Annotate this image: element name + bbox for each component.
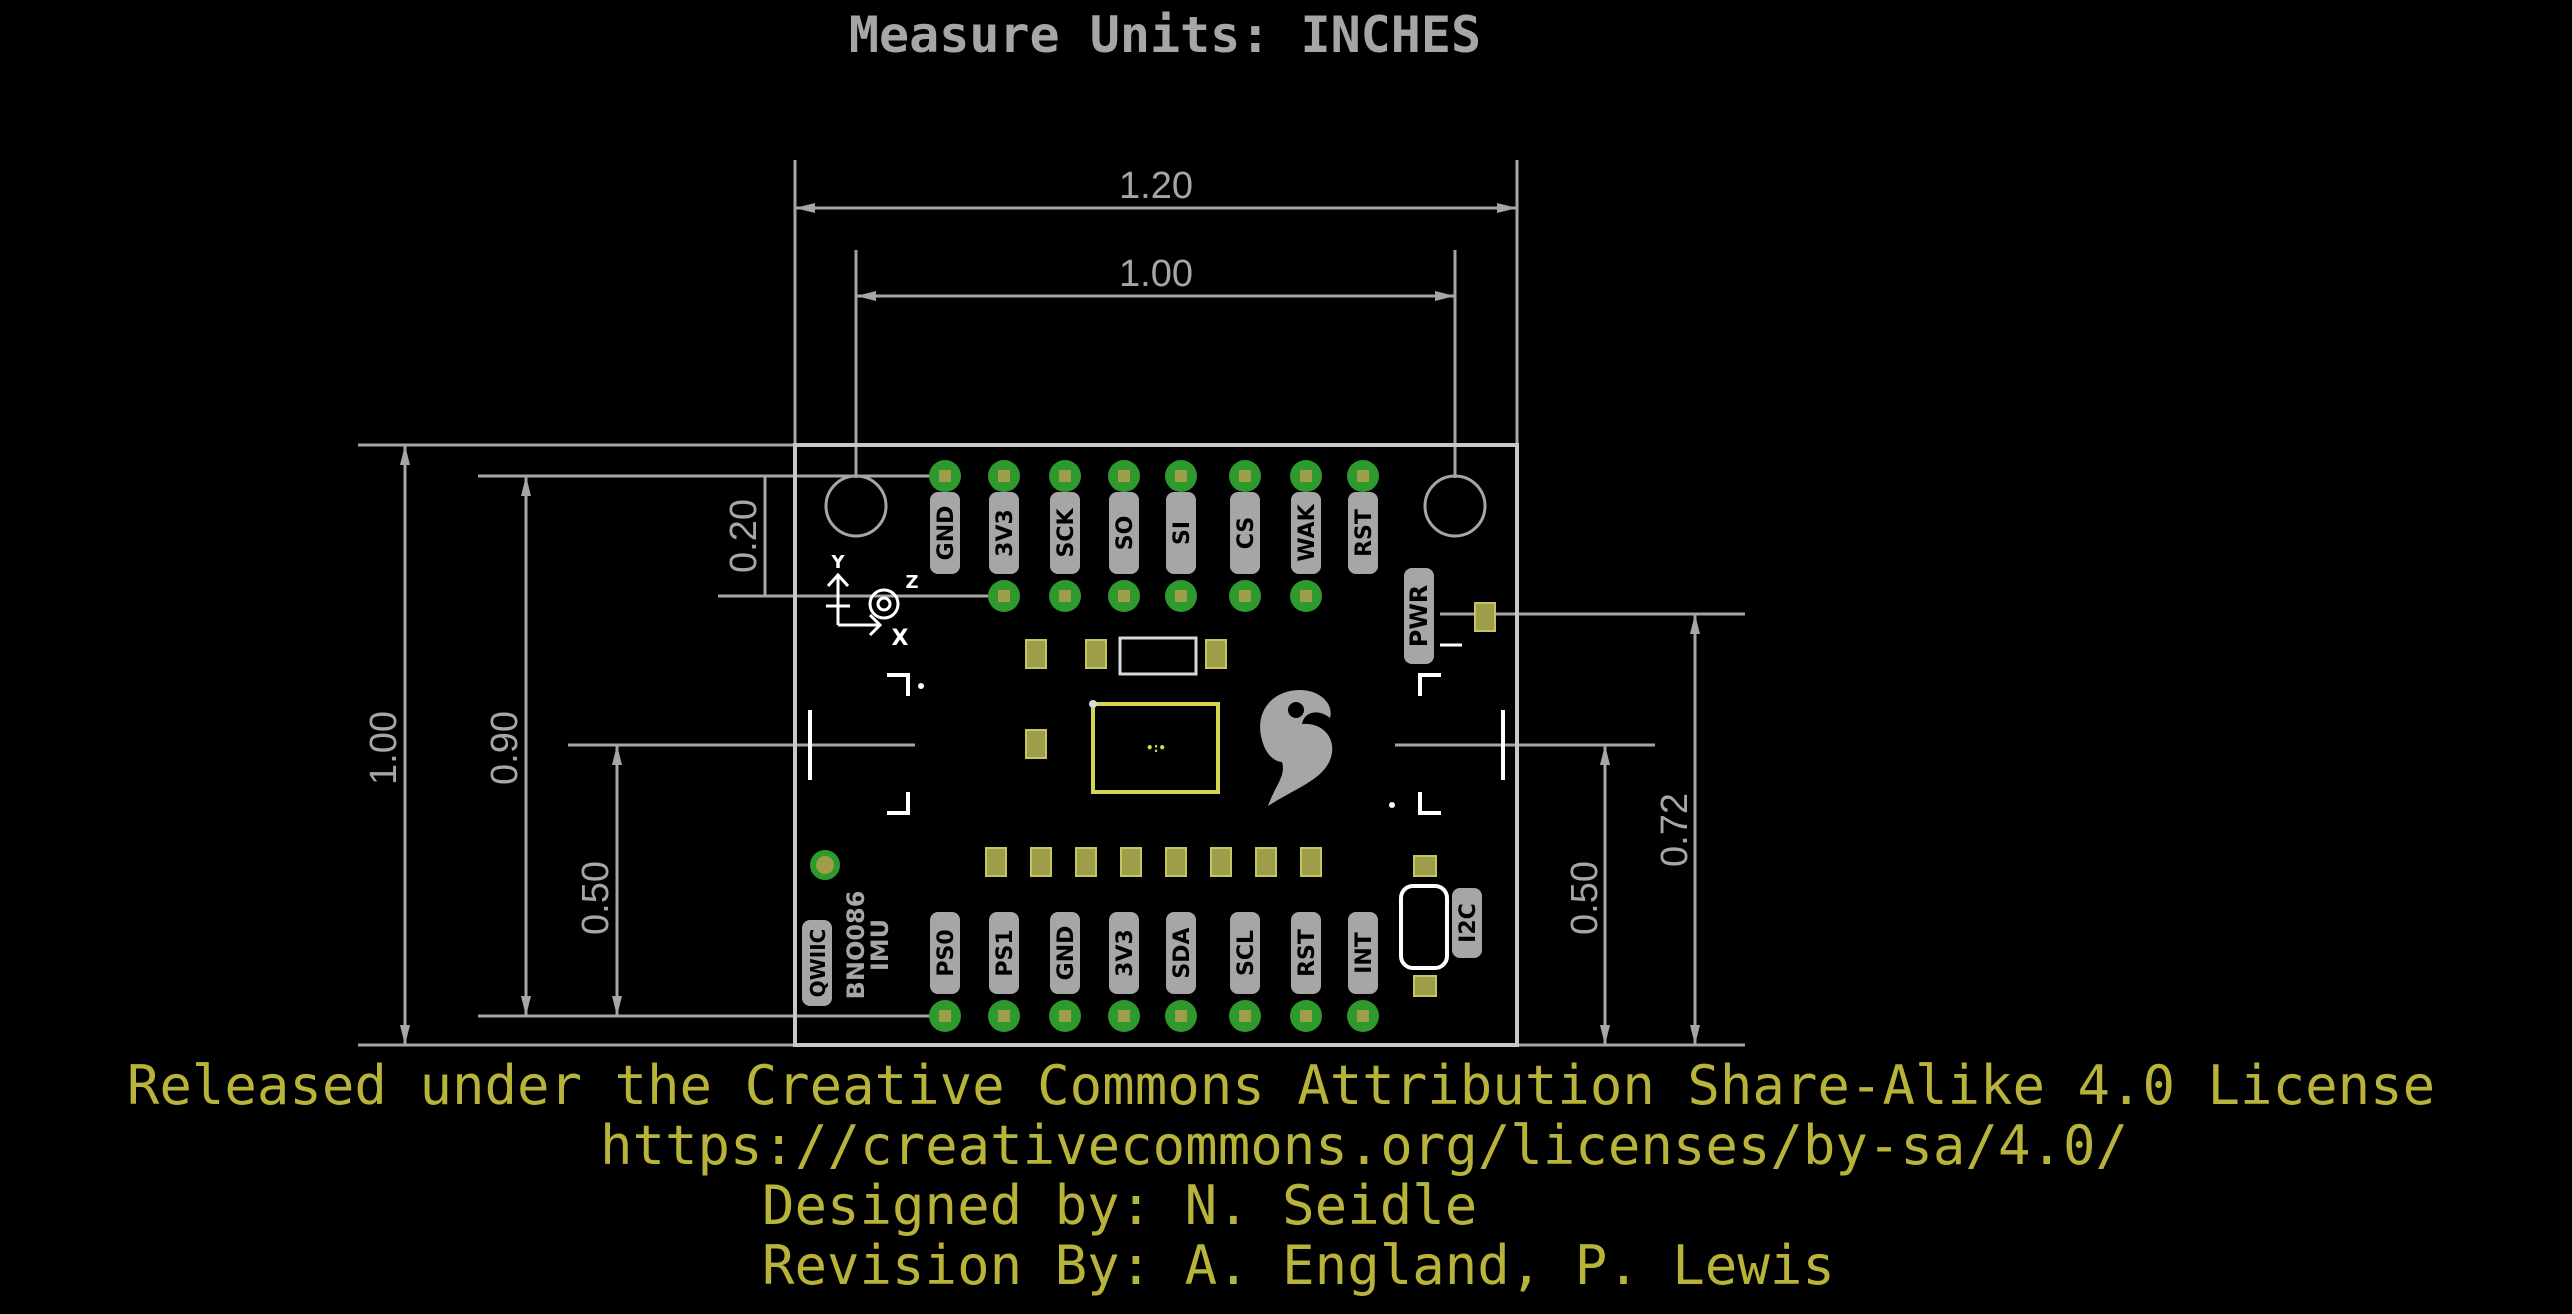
top-pin-label-tab: SCK: [1050, 492, 1080, 574]
bottom-pin-label-tab: GND: [1050, 912, 1080, 994]
bottom-pin-pad: [1347, 1000, 1379, 1032]
dim-label-width-outer: 1.20: [1119, 165, 1193, 207]
top-pin-pad: [988, 460, 1020, 492]
bottom-pin-pad: [1165, 1000, 1197, 1032]
license-url[interactable]: https://creativecommons.org/licenses/by-…: [600, 1114, 2128, 1177]
top-pin-pad-row2: [1229, 580, 1261, 612]
sparkfun-logo-icon: [1260, 690, 1333, 806]
top-pin-label: 3V3: [993, 509, 1018, 557]
top-pin-label: CS: [1234, 517, 1259, 549]
top-pin-label-tab: 3V3: [989, 492, 1019, 574]
fiducial-pad: [810, 850, 840, 880]
bottom-pin-pad: [1229, 1000, 1261, 1032]
i2c-jumper-outline: [1399, 884, 1449, 970]
top-pin-label-tab: RST: [1348, 492, 1378, 574]
bottom-pin-label-tab: SDA: [1166, 912, 1196, 994]
axis-z-label: Z: [905, 572, 918, 593]
bottom-pin-label: PS1: [993, 929, 1018, 976]
pwr-label-tab: PWR: [1404, 568, 1434, 664]
top-pin-pad: [1108, 460, 1140, 492]
axis-x-label: X: [892, 626, 909, 651]
board-drawing: Measure Units: INCHES 1.20 1.00 1.00 0.9…: [127, 6, 2435, 1297]
qwiic-label-tab: QWIIC: [802, 920, 832, 1006]
bottom-pin-label: RST: [1295, 929, 1320, 977]
top-pin-label-tab: GND: [930, 492, 960, 574]
top-pin-label-tab: CS: [1230, 492, 1260, 574]
i2c-label: I2C: [1456, 903, 1481, 943]
dim-label-height-pins: 0.90: [484, 711, 526, 785]
bottom-pin-label-tab: PS1: [989, 912, 1019, 994]
top-pin-pad: [929, 460, 961, 492]
top-pin-label: SO: [1113, 516, 1138, 551]
bottom-pin-label-tab: 3V3: [1109, 912, 1139, 994]
bottom-pin-label-tab: SCL: [1230, 912, 1260, 994]
bottom-pin-pad: [1108, 1000, 1140, 1032]
dim-label-width-holes: 1.00: [1119, 253, 1193, 295]
top-pin-pad-row2: [1049, 580, 1081, 612]
bottom-pin-pad: [1290, 1000, 1322, 1032]
axis-indicator-icon: [826, 572, 900, 637]
top-pin-label-tab: SO: [1109, 492, 1139, 574]
dim-label-hole-offset: 0.20: [723, 499, 765, 573]
top-pin-label: WAK: [1295, 503, 1320, 561]
bottom-pin-label-tab: RST: [1291, 912, 1321, 994]
bottom-pin-label-tab: INT: [1348, 912, 1378, 994]
resistor-body: [1118, 636, 1198, 676]
top-pin-pad: [1290, 460, 1322, 492]
bottom-pin-label: SCL: [1234, 930, 1259, 976]
top-pin-pad: [1049, 460, 1081, 492]
top-pin-pad: [1165, 460, 1197, 492]
top-pin-pad: [1347, 460, 1379, 492]
top-pin-pad: [1229, 460, 1261, 492]
designed-by-text: Designed by: N. Seidle: [762, 1174, 1477, 1237]
mounting-hole-left: [824, 474, 888, 538]
dim-label-center-right: 0.50: [1564, 861, 1606, 935]
dim-label-center-left: 0.50: [575, 861, 617, 935]
bottom-pin-label-tab: PS0: [930, 912, 960, 994]
top-pin-label: SI: [1170, 521, 1195, 545]
top-pin-label: GND: [934, 506, 959, 561]
bottom-pin-label: GND: [1054, 926, 1079, 981]
license-text: Released under the Creative Commons Attr…: [127, 1054, 2435, 1117]
top-pin-pad-row2: [1108, 580, 1140, 612]
top-pin-label: SCK: [1054, 508, 1079, 558]
mounting-hole-right: [1423, 474, 1487, 538]
bottom-pin-pad: [1049, 1000, 1081, 1032]
top-pin-label: RST: [1352, 509, 1377, 557]
bottom-pin-label: SDA: [1170, 927, 1195, 978]
top-pin-pad-row2: [1290, 580, 1322, 612]
qwiic-label: QWIIC: [806, 929, 830, 998]
dim-label-height-outer: 1.00: [363, 711, 405, 785]
top-pin-label-tab: WAK: [1291, 492, 1321, 574]
revision-by-text: Revision By: A. England, P. Lewis: [762, 1234, 1835, 1297]
bottom-pin-label: 3V3: [1113, 929, 1138, 977]
top-pin-label-tab: SI: [1166, 492, 1196, 574]
i2c-label-tab: I2C: [1452, 888, 1482, 958]
axis-y-label: Y: [830, 552, 845, 573]
top-pin-pad-row2: [1165, 580, 1197, 612]
top-pin-pad-row2: [988, 580, 1020, 612]
bottom-pin-label: INT: [1352, 932, 1377, 974]
page-title: Measure Units: INCHES: [849, 6, 1481, 64]
bottom-pin-pad: [929, 1000, 961, 1032]
part-desc-label: IMU: [866, 919, 894, 971]
dim-label-pwr-height: 0.72: [1654, 793, 1696, 867]
svg-text:•:•: •:•: [1146, 741, 1166, 755]
bottom-pin-label: PS0: [934, 929, 959, 976]
bottom-pin-pad: [988, 1000, 1020, 1032]
pwr-label: PWR: [1405, 585, 1433, 648]
